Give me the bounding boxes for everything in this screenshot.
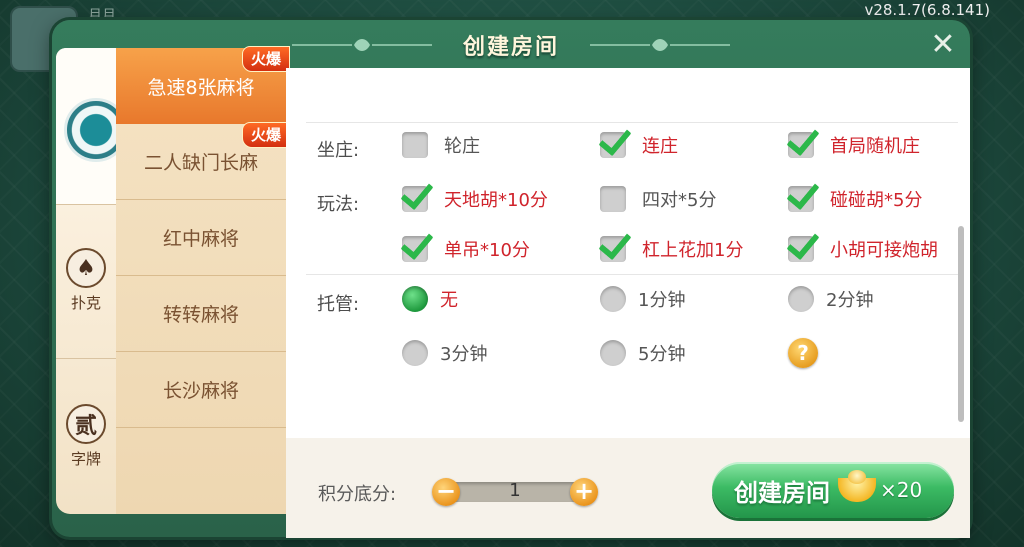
category-divider <box>56 358 116 359</box>
option-label: 3分钟 <box>440 344 488 365</box>
category-divider <box>56 204 116 205</box>
game-label: 长沙麻将 <box>162 380 239 402</box>
help-icon[interactable]: ? <box>788 338 818 368</box>
option-autoplay-5min[interactable]: 5分钟 <box>600 340 685 366</box>
option-label: 首局随机庄 <box>830 136 920 157</box>
checkbox[interactable] <box>402 132 428 158</box>
option-label: 轮庄 <box>444 136 480 157</box>
option-label: 2分钟 <box>826 290 874 311</box>
gold-ingot-icon <box>838 470 876 502</box>
plus-icon[interactable]: + <box>570 478 598 506</box>
option-label: 碰碰胡*5分 <box>830 190 923 211</box>
divider <box>306 122 958 123</box>
title-ornament-left-icon <box>292 39 432 51</box>
minus-icon[interactable]: − <box>432 478 460 506</box>
rules-label: 玩法: <box>317 194 360 215</box>
option-autoplay-3min[interactable]: 3分钟 <box>402 340 487 366</box>
option-lunzhuang[interactable]: 轮庄 <box>402 132 480 158</box>
close-icon[interactable]: ✕ <box>926 28 960 62</box>
create-room-label: 创建房间 <box>734 478 830 507</box>
game-label: 二人缺门长麻 <box>143 152 258 174</box>
option-gangshanghua[interactable]: 杠上花加1分 <box>600 236 743 262</box>
option-autoplay-2min[interactable]: 2分钟 <box>788 286 873 312</box>
create-room-cost: ×20 <box>880 478 923 502</box>
option-label: 四对*5分 <box>642 190 717 211</box>
hot-badge: 火爆 <box>241 122 290 148</box>
option-label: 单吊*10分 <box>444 240 530 261</box>
score-stepper[interactable]: 1 − + <box>432 478 598 506</box>
category-label: 字牌 <box>70 450 101 468</box>
hot-badge: 火爆 <box>241 46 290 72</box>
checkbox-checked[interactable] <box>788 132 814 158</box>
category-label: 扑克 <box>70 294 101 312</box>
radio[interactable] <box>402 340 428 366</box>
option-dandiao[interactable]: 单吊*10分 <box>402 236 530 262</box>
option-pengpenghu[interactable]: 碰碰胡*5分 <box>788 186 922 212</box>
dealer-label: 坐庄: <box>317 140 360 161</box>
dialog-title: 创建房间 <box>462 35 559 60</box>
score-label: 积分底分: <box>318 484 397 505</box>
checkbox-checked[interactable] <box>402 236 428 262</box>
radio[interactable] <box>600 340 626 366</box>
option-label: 5分钟 <box>638 344 686 365</box>
category-poker[interactable]: ♠ 扑克 <box>56 248 116 313</box>
game-label: 急速8张麻将 <box>147 76 255 99</box>
option-label: 天地胡*10分 <box>444 190 548 211</box>
checkbox-checked[interactable] <box>600 132 626 158</box>
option-sidui[interactable]: 四对*5分 <box>600 186 716 212</box>
er-tile-icon: 贰 <box>66 404 106 444</box>
settings-scrollbar[interactable] <box>958 226 964 422</box>
checkbox[interactable] <box>600 186 626 212</box>
game-label: 转转麻将 <box>162 304 239 326</box>
game-item-zhuanzhuan[interactable]: 转转麻将 <box>116 276 286 352</box>
version-label: v28.1.7(6.8.141) <box>864 1 990 19</box>
checkbox-checked[interactable] <box>788 186 814 212</box>
option-xiaohu-jiepao[interactable]: 小胡可接炮胡 <box>788 236 938 262</box>
radio-selected[interactable] <box>402 286 428 312</box>
game-item-hongzhong[interactable]: 红中麻将 <box>116 200 286 276</box>
radio[interactable] <box>788 286 814 312</box>
category-zipai[interactable]: 贰 字牌 <box>56 404 116 469</box>
option-label: 连庄 <box>642 136 678 157</box>
option-label: 小胡可接炮胡 <box>830 240 938 261</box>
option-autoplay-1min[interactable]: 1分钟 <box>600 286 685 312</box>
checkbox-checked[interactable] <box>788 236 814 262</box>
game-item-erren[interactable]: 二人缺门长麻 火爆 <box>116 122 290 200</box>
checkbox-checked[interactable] <box>402 186 428 212</box>
settings-panel: 坐庄: 轮庄 连庄 首局随机庄 玩法: 天地胡*10分 四对*5分 碰碰胡*5分… <box>286 68 970 438</box>
spade-icon: ♠ <box>66 248 106 288</box>
option-autoplay-none[interactable]: 无 <box>402 286 458 312</box>
game-item-changsha[interactable]: 长沙麻将 <box>116 352 286 428</box>
autoplay-label: 托管: <box>317 294 360 315</box>
option-label: 杠上花加1分 <box>642 240 744 261</box>
create-room-button[interactable]: 创建房间 ×20 <box>712 462 954 518</box>
option-label: 1分钟 <box>638 290 686 311</box>
game-list: 急速8张麻将 火爆 二人缺门长麻 火爆 红中麻将 转转麻将 长沙麻将 <box>116 46 290 514</box>
option-label: 无 <box>440 290 458 311</box>
game-label: 红中麻将 <box>162 228 239 250</box>
option-lianzhuang[interactable]: 连庄 <box>600 132 678 158</box>
option-shouju-random[interactable]: 首局随机庄 <box>788 132 920 158</box>
title-ornament-right-icon <box>590 39 730 51</box>
checkbox-checked[interactable] <box>600 236 626 262</box>
game-item-jisu-8[interactable]: 急速8张麻将 火爆 <box>116 46 290 124</box>
divider <box>306 274 958 275</box>
option-tiandihu[interactable]: 天地胡*10分 <box>402 186 548 212</box>
radio[interactable] <box>600 286 626 312</box>
